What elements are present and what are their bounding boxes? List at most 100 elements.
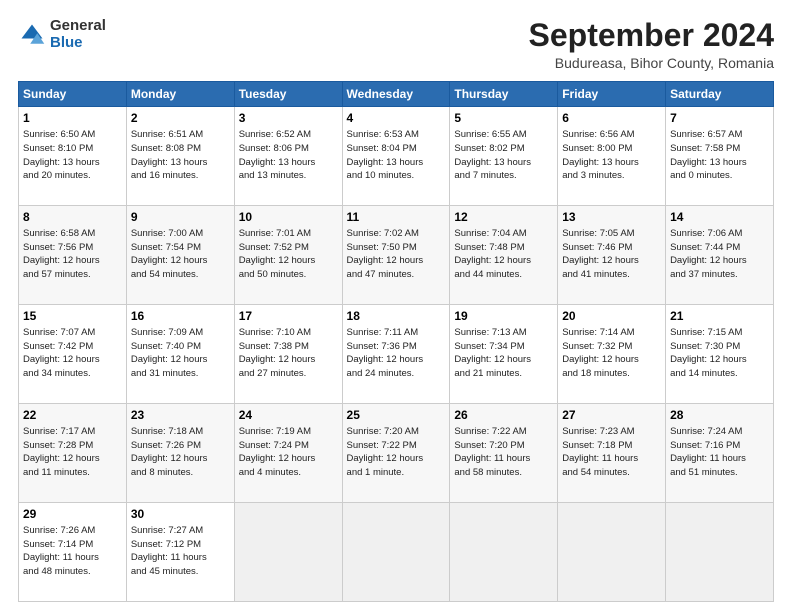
week-row-4: 22Sunrise: 7:17 AMSunset: 7:28 PMDayligh… [19, 404, 774, 503]
day-cell: 12Sunrise: 7:04 AMSunset: 7:48 PMDayligh… [450, 206, 558, 305]
day-info: Sunrise: 7:05 AMSunset: 7:46 PMDaylight:… [562, 227, 661, 282]
day-number: 8 [23, 209, 122, 226]
col-header-sunday: Sunday [19, 82, 127, 107]
day-cell [234, 503, 342, 602]
week-row-2: 8Sunrise: 6:58 AMSunset: 7:56 PMDaylight… [19, 206, 774, 305]
week-row-1: 1Sunrise: 6:50 AMSunset: 8:10 PMDaylight… [19, 107, 774, 206]
day-cell: 17Sunrise: 7:10 AMSunset: 7:38 PMDayligh… [234, 305, 342, 404]
day-cell: 18Sunrise: 7:11 AMSunset: 7:36 PMDayligh… [342, 305, 450, 404]
day-info: Sunrise: 6:53 AMSunset: 8:04 PMDaylight:… [347, 128, 446, 183]
day-cell: 2Sunrise: 6:51 AMSunset: 8:08 PMDaylight… [126, 107, 234, 206]
subtitle: Budureasa, Bihor County, Romania [529, 55, 774, 71]
day-cell: 14Sunrise: 7:06 AMSunset: 7:44 PMDayligh… [666, 206, 774, 305]
day-cell [342, 503, 450, 602]
day-cell: 4Sunrise: 6:53 AMSunset: 8:04 PMDaylight… [342, 107, 450, 206]
day-info: Sunrise: 6:50 AMSunset: 8:10 PMDaylight:… [23, 128, 122, 183]
day-number: 21 [670, 308, 769, 325]
day-info: Sunrise: 7:04 AMSunset: 7:48 PMDaylight:… [454, 227, 553, 282]
logo: General Blue [18, 18, 106, 51]
day-cell: 29Sunrise: 7:26 AMSunset: 7:14 PMDayligh… [19, 503, 127, 602]
day-number: 28 [670, 407, 769, 424]
day-cell: 22Sunrise: 7:17 AMSunset: 7:28 PMDayligh… [19, 404, 127, 503]
col-header-monday: Monday [126, 82, 234, 107]
day-info: Sunrise: 6:52 AMSunset: 8:06 PMDaylight:… [239, 128, 338, 183]
day-number: 5 [454, 110, 553, 127]
day-info: Sunrise: 7:06 AMSunset: 7:44 PMDaylight:… [670, 227, 769, 282]
day-cell: 1Sunrise: 6:50 AMSunset: 8:10 PMDaylight… [19, 107, 127, 206]
day-number: 16 [131, 308, 230, 325]
day-info: Sunrise: 7:11 AMSunset: 7:36 PMDaylight:… [347, 326, 446, 381]
day-info: Sunrise: 7:00 AMSunset: 7:54 PMDaylight:… [131, 227, 230, 282]
day-number: 12 [454, 209, 553, 226]
day-info: Sunrise: 7:20 AMSunset: 7:22 PMDaylight:… [347, 425, 446, 480]
day-cell: 19Sunrise: 7:13 AMSunset: 7:34 PMDayligh… [450, 305, 558, 404]
day-cell: 15Sunrise: 7:07 AMSunset: 7:42 PMDayligh… [19, 305, 127, 404]
day-info: Sunrise: 7:19 AMSunset: 7:24 PMDaylight:… [239, 425, 338, 480]
day-number: 30 [131, 506, 230, 523]
day-cell: 25Sunrise: 7:20 AMSunset: 7:22 PMDayligh… [342, 404, 450, 503]
col-header-saturday: Saturday [666, 82, 774, 107]
day-number: 25 [347, 407, 446, 424]
day-cell: 24Sunrise: 7:19 AMSunset: 7:24 PMDayligh… [234, 404, 342, 503]
day-cell: 20Sunrise: 7:14 AMSunset: 7:32 PMDayligh… [558, 305, 666, 404]
day-number: 27 [562, 407, 661, 424]
day-info: Sunrise: 7:24 AMSunset: 7:16 PMDaylight:… [670, 425, 769, 480]
day-number: 13 [562, 209, 661, 226]
day-number: 18 [347, 308, 446, 325]
day-cell: 3Sunrise: 6:52 AMSunset: 8:06 PMDaylight… [234, 107, 342, 206]
day-number: 19 [454, 308, 553, 325]
day-number: 15 [23, 308, 122, 325]
day-number: 22 [23, 407, 122, 424]
day-number: 29 [23, 506, 122, 523]
day-cell: 11Sunrise: 7:02 AMSunset: 7:50 PMDayligh… [342, 206, 450, 305]
day-number: 1 [23, 110, 122, 127]
day-info: Sunrise: 6:58 AMSunset: 7:56 PMDaylight:… [23, 227, 122, 282]
day-number: 24 [239, 407, 338, 424]
day-number: 10 [239, 209, 338, 226]
day-number: 9 [131, 209, 230, 226]
day-cell: 10Sunrise: 7:01 AMSunset: 7:52 PMDayligh… [234, 206, 342, 305]
week-row-5: 29Sunrise: 7:26 AMSunset: 7:14 PMDayligh… [19, 503, 774, 602]
day-number: 26 [454, 407, 553, 424]
day-number: 11 [347, 209, 446, 226]
col-header-friday: Friday [558, 82, 666, 107]
day-cell: 6Sunrise: 6:56 AMSunset: 8:00 PMDaylight… [558, 107, 666, 206]
day-cell: 28Sunrise: 7:24 AMSunset: 7:16 PMDayligh… [666, 404, 774, 503]
day-info: Sunrise: 7:15 AMSunset: 7:30 PMDaylight:… [670, 326, 769, 381]
day-cell: 27Sunrise: 7:23 AMSunset: 7:18 PMDayligh… [558, 404, 666, 503]
day-info: Sunrise: 7:22 AMSunset: 7:20 PMDaylight:… [454, 425, 553, 480]
col-header-tuesday: Tuesday [234, 82, 342, 107]
day-info: Sunrise: 6:51 AMSunset: 8:08 PMDaylight:… [131, 128, 230, 183]
day-number: 7 [670, 110, 769, 127]
day-info: Sunrise: 7:10 AMSunset: 7:38 PMDaylight:… [239, 326, 338, 381]
day-cell: 16Sunrise: 7:09 AMSunset: 7:40 PMDayligh… [126, 305, 234, 404]
logo-blue-text: Blue [50, 35, 106, 52]
day-cell [450, 503, 558, 602]
day-info: Sunrise: 7:07 AMSunset: 7:42 PMDaylight:… [23, 326, 122, 381]
day-cell: 5Sunrise: 6:55 AMSunset: 8:02 PMDaylight… [450, 107, 558, 206]
day-info: Sunrise: 7:18 AMSunset: 7:26 PMDaylight:… [131, 425, 230, 480]
title-block: September 2024 Budureasa, Bihor County, … [529, 18, 774, 71]
day-number: 2 [131, 110, 230, 127]
col-header-thursday: Thursday [450, 82, 558, 107]
day-cell: 8Sunrise: 6:58 AMSunset: 7:56 PMDaylight… [19, 206, 127, 305]
col-header-wednesday: Wednesday [342, 82, 450, 107]
day-info: Sunrise: 7:02 AMSunset: 7:50 PMDaylight:… [347, 227, 446, 282]
day-info: Sunrise: 7:01 AMSunset: 7:52 PMDaylight:… [239, 227, 338, 282]
day-info: Sunrise: 7:13 AMSunset: 7:34 PMDaylight:… [454, 326, 553, 381]
calendar-header-row: SundayMondayTuesdayWednesdayThursdayFrid… [19, 82, 774, 107]
day-number: 4 [347, 110, 446, 127]
main-title: September 2024 [529, 18, 774, 53]
day-cell [666, 503, 774, 602]
day-cell: 13Sunrise: 7:05 AMSunset: 7:46 PMDayligh… [558, 206, 666, 305]
day-cell: 30Sunrise: 7:27 AMSunset: 7:12 PMDayligh… [126, 503, 234, 602]
logo-general-text: General [50, 18, 106, 35]
day-info: Sunrise: 7:26 AMSunset: 7:14 PMDaylight:… [23, 524, 122, 579]
day-info: Sunrise: 6:56 AMSunset: 8:00 PMDaylight:… [562, 128, 661, 183]
calendar-table: SundayMondayTuesdayWednesdayThursdayFrid… [18, 81, 774, 602]
day-cell: 26Sunrise: 7:22 AMSunset: 7:20 PMDayligh… [450, 404, 558, 503]
day-info: Sunrise: 6:55 AMSunset: 8:02 PMDaylight:… [454, 128, 553, 183]
day-info: Sunrise: 6:57 AMSunset: 7:58 PMDaylight:… [670, 128, 769, 183]
day-number: 23 [131, 407, 230, 424]
day-number: 14 [670, 209, 769, 226]
